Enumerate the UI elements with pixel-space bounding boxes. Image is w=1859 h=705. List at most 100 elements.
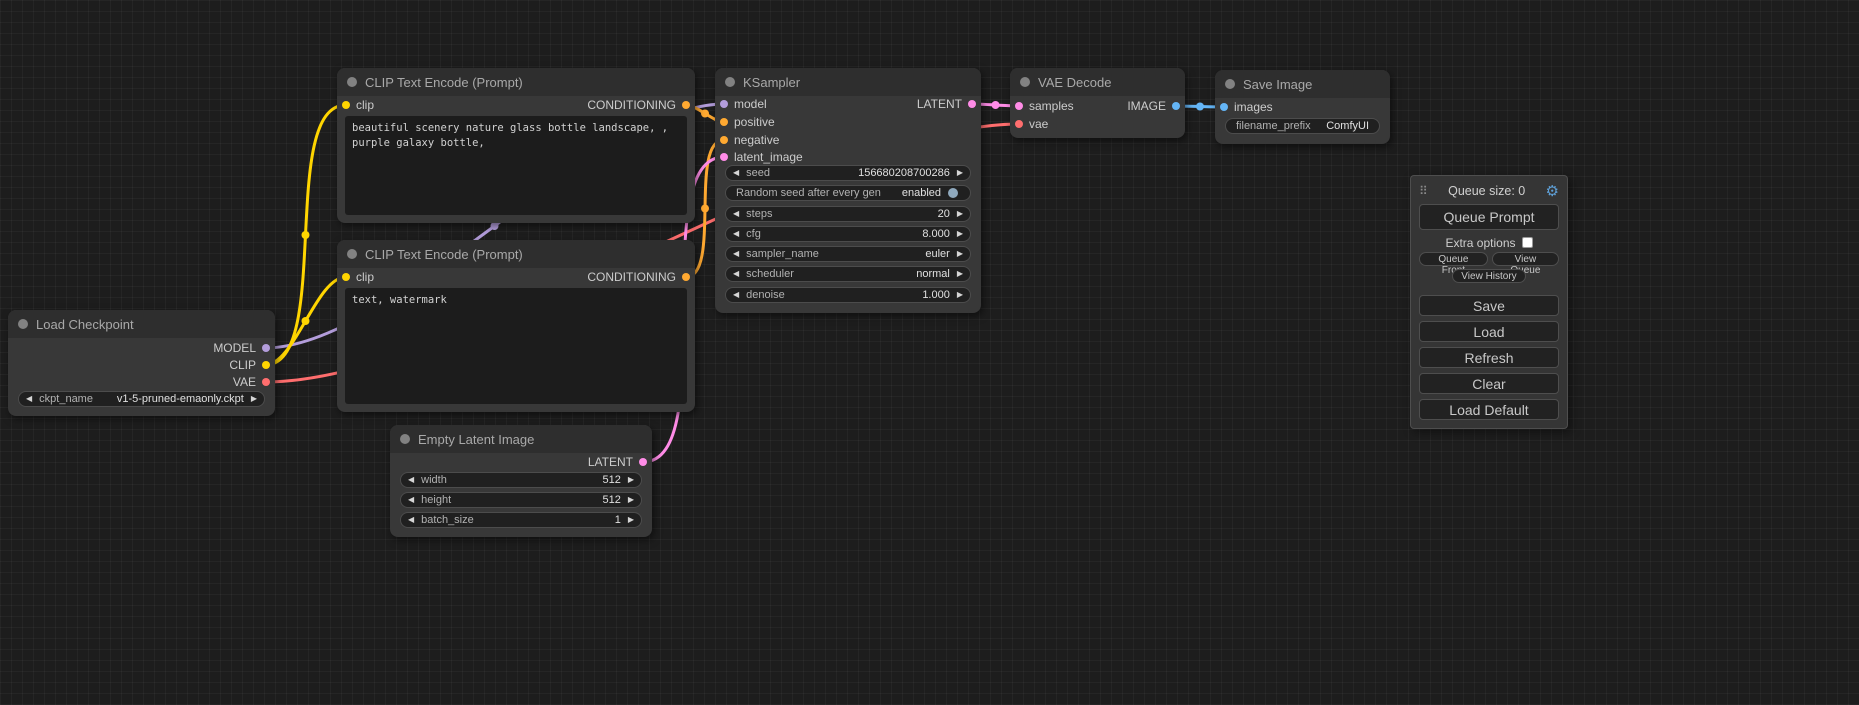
- decrement-arrow-icon[interactable]: ◀: [726, 287, 746, 303]
- widget-random-seed-toggle[interactable]: Random seed after every gen enabled: [725, 185, 971, 201]
- collapse-toggle-icon[interactable]: [347, 77, 357, 87]
- collapse-toggle-icon[interactable]: [1225, 79, 1235, 89]
- input-port-clip[interactable]: clip: [342, 97, 374, 113]
- output-port-latent[interactable]: LATENT: [917, 96, 976, 112]
- clear-button[interactable]: Clear: [1419, 373, 1559, 394]
- clip-port-dot[interactable]: [342, 101, 350, 109]
- increment-arrow-icon[interactable]: ▶: [950, 246, 970, 262]
- node-title-bar[interactable]: KSampler: [715, 68, 981, 96]
- widget-ckpt-name[interactable]: ◀ ckpt_name v1-5-pruned-emaonly.ckpt ▶: [18, 391, 265, 407]
- node-clip-text-encode-negative[interactable]: CLIP Text Encode (Prompt) clip CONDITION…: [337, 240, 695, 412]
- node-save-image[interactable]: Save Image images filename_prefix ComfyU…: [1215, 70, 1390, 144]
- queue-prompt-button[interactable]: Queue Prompt: [1419, 204, 1559, 230]
- widget-denoise[interactable]: ◀ denoise 1.000 ▶: [725, 287, 971, 303]
- node-title-bar[interactable]: VAE Decode: [1010, 68, 1185, 96]
- increment-arrow-icon[interactable]: ▶: [950, 226, 970, 242]
- vae-port-dot[interactable]: [1015, 120, 1023, 128]
- collapse-toggle-icon[interactable]: [347, 249, 357, 259]
- positive-prompt-textarea[interactable]: beautiful scenery nature glass bottle la…: [345, 116, 687, 215]
- decrement-arrow-icon[interactable]: ◀: [19, 391, 39, 407]
- node-clip-text-encode-positive[interactable]: CLIP Text Encode (Prompt) clip CONDITION…: [337, 68, 695, 223]
- input-port-images[interactable]: images: [1220, 99, 1273, 115]
- refresh-button[interactable]: Refresh: [1419, 347, 1559, 368]
- widget-filename-prefix[interactable]: filename_prefix ComfyUI: [1225, 118, 1380, 134]
- node-title-bar[interactable]: CLIP Text Encode (Prompt): [337, 240, 695, 268]
- output-port-image[interactable]: IMAGE: [1127, 98, 1180, 114]
- queue-front-button[interactable]: Queue Front: [1419, 252, 1488, 266]
- increment-arrow-icon[interactable]: ▶: [950, 206, 970, 222]
- node-title-bar[interactable]: Save Image: [1215, 70, 1390, 98]
- increment-arrow-icon[interactable]: ▶: [950, 266, 970, 282]
- increment-arrow-icon[interactable]: ▶: [950, 287, 970, 303]
- widget-steps[interactable]: ◀ steps 20 ▶: [725, 206, 971, 222]
- output-port-latent[interactable]: LATENT: [588, 454, 647, 470]
- conditioning-port-dot[interactable]: [682, 101, 690, 109]
- node-load-checkpoint[interactable]: Load Checkpoint MODEL CLIP VAE ◀ ckpt_na…: [8, 310, 275, 416]
- toggle-knob[interactable]: [948, 188, 958, 198]
- conditioning-port-dot[interactable]: [682, 273, 690, 281]
- widget-height[interactable]: ◀ height 512 ▶: [400, 492, 642, 508]
- increment-arrow-icon[interactable]: ▶: [621, 472, 641, 488]
- decrement-arrow-icon[interactable]: ◀: [726, 165, 746, 181]
- widget-sampler-name[interactable]: ◀ sampler_name euler ▶: [725, 246, 971, 262]
- increment-arrow-icon[interactable]: ▶: [950, 165, 970, 181]
- input-port-vae[interactable]: vae: [1015, 116, 1048, 132]
- output-port-conditioning[interactable]: CONDITIONING: [587, 269, 690, 285]
- decrement-arrow-icon[interactable]: ◀: [726, 226, 746, 242]
- decrement-arrow-icon[interactable]: ◀: [726, 206, 746, 222]
- node-title-bar[interactable]: Empty Latent Image: [390, 425, 652, 453]
- input-port-samples[interactable]: samples: [1015, 98, 1074, 114]
- load-button[interactable]: Load: [1419, 321, 1559, 342]
- widget-width[interactable]: ◀ width 512 ▶: [400, 472, 642, 488]
- decrement-arrow-icon[interactable]: ◀: [726, 266, 746, 282]
- model-port-dot[interactable]: [720, 100, 728, 108]
- output-port-vae[interactable]: VAE: [233, 374, 270, 390]
- node-ksampler[interactable]: KSampler model positive negative latent_…: [715, 68, 981, 313]
- decrement-arrow-icon[interactable]: ◀: [401, 512, 421, 528]
- increment-arrow-icon[interactable]: ▶: [244, 391, 264, 407]
- node-title-bar[interactable]: CLIP Text Encode (Prompt): [337, 68, 695, 96]
- output-port-conditioning[interactable]: CONDITIONING: [587, 97, 690, 113]
- input-port-positive[interactable]: positive: [720, 114, 775, 130]
- load-default-button[interactable]: Load Default: [1419, 399, 1559, 420]
- latent-port-dot[interactable]: [639, 458, 647, 466]
- collapse-toggle-icon[interactable]: [725, 77, 735, 87]
- image-port-dot[interactable]: [1220, 103, 1228, 111]
- input-port-clip[interactable]: clip: [342, 269, 374, 285]
- collapse-toggle-icon[interactable]: [1020, 77, 1030, 87]
- save-button[interactable]: Save: [1419, 295, 1559, 316]
- clip-port-dot[interactable]: [342, 273, 350, 281]
- input-port-latent-image[interactable]: latent_image: [720, 149, 803, 165]
- model-port-dot[interactable]: [262, 344, 270, 352]
- increment-arrow-icon[interactable]: ▶: [621, 492, 641, 508]
- collapse-toggle-icon[interactable]: [400, 434, 410, 444]
- clip-port-dot[interactable]: [262, 361, 270, 369]
- view-history-button[interactable]: View History: [1452, 269, 1525, 283]
- latent-port-dot[interactable]: [968, 100, 976, 108]
- node-vae-decode[interactable]: VAE Decode samples vae IMAGE: [1010, 68, 1185, 138]
- widget-seed[interactable]: ◀ seed 156680208700286 ▶: [725, 165, 971, 181]
- collapse-toggle-icon[interactable]: [18, 319, 28, 329]
- decrement-arrow-icon[interactable]: ◀: [401, 472, 421, 488]
- output-port-model[interactable]: MODEL: [213, 340, 270, 356]
- output-port-clip[interactable]: CLIP: [229, 357, 270, 373]
- input-port-model[interactable]: model: [720, 96, 767, 112]
- decrement-arrow-icon[interactable]: ◀: [401, 492, 421, 508]
- view-queue-button[interactable]: View Queue: [1492, 252, 1559, 266]
- widget-batch-size[interactable]: ◀ batch_size 1 ▶: [400, 512, 642, 528]
- extra-options-checkbox[interactable]: [1522, 237, 1533, 248]
- conditioning-port-dot[interactable]: [720, 118, 728, 126]
- drag-handle-icon[interactable]: ⠿: [1419, 184, 1428, 198]
- decrement-arrow-icon[interactable]: ◀: [726, 246, 746, 262]
- input-port-negative[interactable]: negative: [720, 132, 779, 148]
- node-empty-latent-image[interactable]: Empty Latent Image LATENT ◀ width 512 ▶ …: [390, 425, 652, 537]
- negative-prompt-textarea[interactable]: text, watermark: [345, 288, 687, 404]
- conditioning-port-dot[interactable]: [720, 136, 728, 144]
- settings-gear-icon[interactable]: ⚙: [1546, 184, 1559, 199]
- image-port-dot[interactable]: [1172, 102, 1180, 110]
- latent-port-dot[interactable]: [1015, 102, 1023, 110]
- latent-port-dot[interactable]: [720, 153, 728, 161]
- widget-cfg[interactable]: ◀ cfg 8.000 ▶: [725, 226, 971, 242]
- vae-port-dot[interactable]: [262, 378, 270, 386]
- widget-scheduler[interactable]: ◀ scheduler normal ▶: [725, 266, 971, 282]
